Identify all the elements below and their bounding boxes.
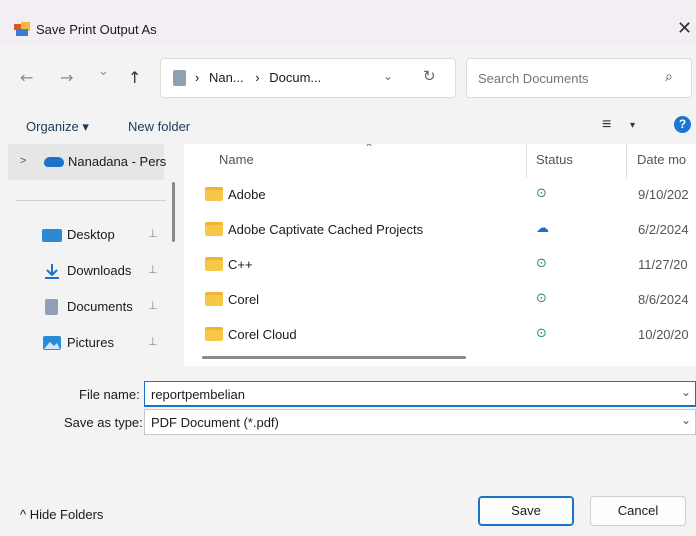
breadcrumb-separator: › <box>195 70 200 85</box>
save-as-type-value: PDF Document (*.pdf) <box>151 415 279 430</box>
sidebar-item-label: Downloads <box>67 263 132 278</box>
back-icon[interactable]: ← <box>20 68 33 87</box>
sidebar-item-label: Documents <box>67 299 133 314</box>
view-options-icon[interactable]: ≡ <box>602 116 611 134</box>
close-icon[interactable]: ✕ <box>677 18 692 39</box>
folder-icon <box>205 327 223 341</box>
search-input[interactable]: Search Documents ⌕ <box>466 58 692 98</box>
sidebar-item-desktop[interactable]: Desktop ⊥ <box>36 222 166 248</box>
column-header-name[interactable]: Name <box>219 152 254 167</box>
file-name: Corel Cloud <box>228 327 297 342</box>
file-name-label: File name: <box>79 387 140 402</box>
breadcrumb: › Nan... › Docum... <box>195 70 321 85</box>
file-name: C++ <box>228 257 253 272</box>
sidebar-item-pictures[interactable]: Pictures ⊥ <box>36 330 166 356</box>
up-icon[interactable]: ↑ <box>128 68 141 87</box>
file-list: ⌃ Name Status Date mo Adobe ⊙ 9/10/202 A… <box>184 144 696 366</box>
table-row[interactable]: Adobe ⊙ 9/10/202 <box>184 177 696 212</box>
save-button[interactable]: Save <box>478 496 574 526</box>
file-name: Adobe <box>228 187 266 202</box>
cloud-status-icon: ☁ <box>536 221 549 236</box>
synced-status-icon: ⊙ <box>536 186 547 201</box>
sidebar-item-label: Pictures <box>67 335 114 350</box>
sidebar-item-downloads[interactable]: Downloads ⊥ <box>36 258 166 284</box>
save-as-type-label: Save as type: <box>64 415 143 430</box>
breadcrumb-item-user[interactable]: Nan... <box>209 70 244 85</box>
chevron-down-icon[interactable]: ▾ <box>630 120 635 131</box>
pin-icon[interactable]: ⊥ <box>148 299 158 312</box>
synced-status-icon: ⊙ <box>536 291 547 306</box>
recent-locations-icon[interactable]: ⌄ <box>98 64 109 79</box>
vertical-scrollbar[interactable] <box>172 182 175 242</box>
folder-icon <box>205 187 223 201</box>
onedrive-cloud-icon <box>44 157 64 167</box>
sort-indicator-icon: ⌃ <box>364 144 375 155</box>
column-divider[interactable] <box>626 144 627 178</box>
chevron-down-icon[interactable]: ⌄ <box>681 413 691 427</box>
sidebar-item-documents[interactable]: Documents ⊥ <box>36 294 166 320</box>
column-header-date[interactable]: Date mo <box>637 152 686 167</box>
folder-icon <box>205 257 223 271</box>
hide-folders-button[interactable]: ^ Hide Folders <box>20 507 103 522</box>
address-bar[interactable]: › Nan... › Docum... ⌄ ↻ <box>160 58 456 98</box>
file-name: Adobe Captivate Cached Projects <box>228 222 424 237</box>
command-bar <box>0 110 696 144</box>
file-date: 8/6/2024 <box>638 292 689 307</box>
new-folder-button[interactable]: New folder <box>128 119 190 134</box>
folder-icon <box>205 222 223 236</box>
search-icon[interactable]: ⌕ <box>665 69 673 85</box>
pin-icon[interactable]: ⊥ <box>148 263 158 276</box>
horizontal-scrollbar[interactable] <box>202 356 466 359</box>
file-name-field[interactable]: reportpembelian ⌄ <box>144 381 696 407</box>
organize-button[interactable]: Organize ▾ <box>26 119 89 135</box>
expand-icon[interactable]: > <box>20 155 26 167</box>
pin-icon[interactable]: ⊥ <box>148 227 158 240</box>
search-placeholder: Search Documents <box>478 71 589 86</box>
documents-location-icon <box>173 70 186 86</box>
documents-icon <box>45 299 58 315</box>
file-date: 10/20/20 <box>638 327 689 342</box>
divider <box>16 200 166 201</box>
sidebar-item-onedrive[interactable]: > Nanadana - Pers <box>8 144 167 180</box>
file-date: 11/27/20 <box>638 257 688 272</box>
pin-icon[interactable]: ⊥ <box>148 335 158 348</box>
pictures-icon <box>43 336 61 350</box>
window-title: Save Print Output As <box>36 22 157 37</box>
breadcrumb-item-documents[interactable]: Docum... <box>269 70 321 85</box>
file-name: Corel <box>228 292 260 307</box>
breadcrumb-separator: › <box>255 70 260 85</box>
file-date: 6/2/2024 <box>638 222 689 237</box>
table-row[interactable]: Corel Cloud ⊙ 10/20/20 <box>184 317 696 352</box>
save-as-type-select[interactable]: PDF Document (*.pdf) ⌄ <box>144 409 696 435</box>
column-divider[interactable] <box>526 144 527 178</box>
folder-icon <box>205 292 223 306</box>
cancel-button[interactable]: Cancel <box>590 496 686 526</box>
help-icon[interactable]: ? <box>674 116 691 133</box>
table-row[interactable]: Adobe Captivate Cached Projects ☁ 6/2/20… <box>184 212 696 247</box>
table-row[interactable]: C++ ⊙ 11/27/20 <box>184 247 696 282</box>
synced-status-icon: ⊙ <box>536 256 547 271</box>
synced-status-icon: ⊙ <box>536 326 547 341</box>
file-name-value: reportpembelian <box>151 387 245 402</box>
sidebar-item-label: Nanadana - Pers <box>68 154 167 169</box>
download-icon <box>45 264 59 279</box>
app-icon <box>14 22 30 36</box>
chevron-down-icon[interactable]: ⌄ <box>681 385 691 399</box>
refresh-icon[interactable]: ↻ <box>423 67 436 85</box>
table-row[interactable]: Corel ⊙ 8/6/2024 <box>184 282 696 317</box>
column-header-status[interactable]: Status <box>536 152 573 167</box>
file-date: 9/10/202 <box>638 187 689 202</box>
sidebar-item-label: Desktop <box>67 227 115 242</box>
forward-icon[interactable]: → <box>60 68 73 87</box>
navigation-pane: > Nanadana - Pers Desktop ⊥ Downloads ⊥ … <box>0 144 184 366</box>
chevron-down-icon[interactable]: ⌄ <box>383 69 393 83</box>
desktop-icon <box>42 229 62 242</box>
